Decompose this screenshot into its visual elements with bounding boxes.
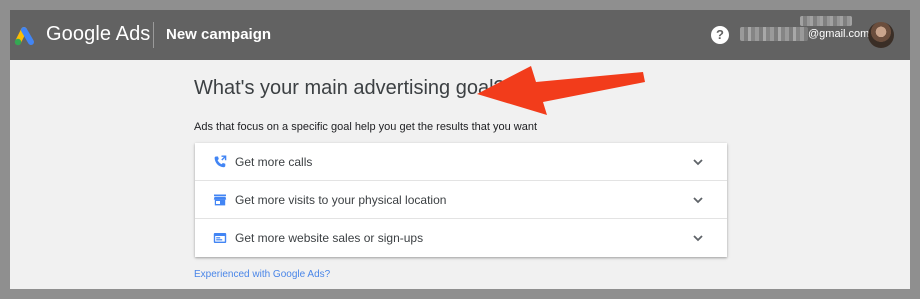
page-subheading: Ads that focus on a specific goal help y… xyxy=(194,121,538,133)
page-title: New campaign xyxy=(166,26,272,43)
goal-list: Get more calls Get more visits to your p… xyxy=(195,143,727,257)
avatar[interactable] xyxy=(868,22,894,48)
chevron-down-icon[interactable] xyxy=(692,156,704,168)
goal-label: Get more website sales or sign-ups xyxy=(235,231,424,245)
chevron-down-icon[interactable] xyxy=(692,194,704,206)
goal-item-website-sales[interactable]: Get more website sales or sign-ups xyxy=(195,219,727,257)
google-ads-logo-icon[interactable] xyxy=(12,22,38,48)
web-icon xyxy=(213,233,227,243)
brand-name[interactable]: Google Ads xyxy=(46,23,150,46)
phone-icon xyxy=(214,155,227,168)
redacted-name-blur xyxy=(800,16,852,26)
store-icon xyxy=(213,194,227,206)
redacted-email-blur xyxy=(740,27,808,41)
goal-label: Get more visits to your physical locatio… xyxy=(235,193,447,207)
goal-item-store-visits[interactable]: Get more visits to your physical locatio… xyxy=(195,181,727,219)
annotation-arrow-icon xyxy=(477,66,645,115)
goal-item-calls[interactable]: Get more calls xyxy=(195,143,727,181)
chevron-down-icon[interactable] xyxy=(692,232,704,244)
top-bar: Google Ads New campaign ? @gmail.com xyxy=(10,10,910,60)
page-heading: What's your main advertising goal? xyxy=(194,77,505,99)
account-email: @gmail.com xyxy=(808,28,870,40)
header-divider xyxy=(153,22,154,48)
experienced-link[interactable]: Experienced with Google Ads? xyxy=(194,269,330,280)
app-window: Google Ads New campaign ? @gmail.com Wha… xyxy=(10,10,910,289)
account-info[interactable]: @gmail.com xyxy=(740,16,869,45)
help-icon[interactable]: ? xyxy=(711,26,729,44)
goal-label: Get more calls xyxy=(235,155,313,169)
